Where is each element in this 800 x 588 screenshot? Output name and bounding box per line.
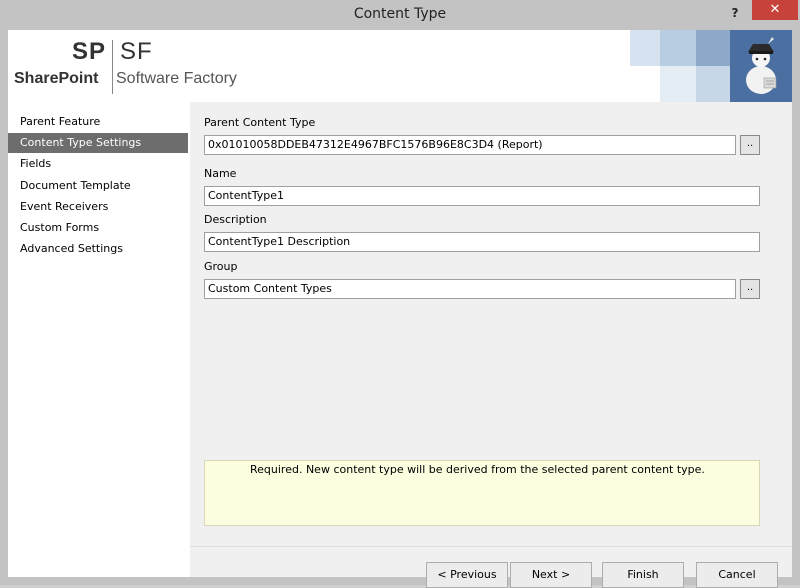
nav-item-document-template[interactable]: Document Template [8,176,188,196]
nav-item-parent-feature[interactable]: Parent Feature [8,112,188,132]
settings-panel: Parent Content Type 0x01010058DDEB47312E… [190,102,792,588]
parent-content-type-label: Parent Content Type [204,116,316,129]
description-label: Description [204,213,267,226]
name-label: Name [204,167,237,180]
help-text: Required. New content type will be deriv… [250,463,705,476]
nav-item-custom-forms[interactable]: Custom Forms [8,218,188,238]
window-title: Content Type [353,6,447,22]
dialog-client: SP SF SharePoint Software Factory Parent… [8,30,792,588]
description-field[interactable]: ContentType1 Description [204,232,760,252]
header-banner: SP SF SharePoint Software Factory [8,30,792,102]
wizard-nav: Parent Feature Content Type Settings Fie… [8,102,190,577]
name-field[interactable]: ContentType1 [204,186,760,206]
nav-item-advanced-settings[interactable]: Advanced Settings [8,239,188,259]
logo-sp: SP [72,38,107,65]
close-button[interactable]: ✕ [752,0,798,20]
decorative-square [696,30,730,66]
builder-mascot-icon [746,37,777,94]
group-label: Group [204,260,238,273]
footer-separator [190,546,792,547]
decorative-square [696,66,730,102]
decorative-square [660,66,696,102]
parent-content-type-field[interactable]: 0x01010058DDEB47312E4967BFC1576B96E8C3D4… [204,135,736,155]
nav-item-fields[interactable]: Fields [8,154,188,174]
nav-item-event-receivers[interactable]: Event Receivers [8,197,188,217]
title-bar: Content Type ? ✕ [0,0,800,30]
logo-divider [112,40,113,94]
logo-sf: SF [120,38,153,65]
logo-sharepoint: SharePoint [14,70,99,87]
group-browse-button[interactable]: .. [740,279,760,299]
dialog-window: Content Type ? ✕ SP SF SharePoint Softwa… [0,0,800,588]
help-panel: Required. New content type will be deriv… [204,460,760,526]
nav-item-content-type-settings[interactable]: Content Type Settings [8,133,188,153]
cancel-button[interactable]: Cancel [696,562,778,588]
parent-content-type-browse-button[interactable]: .. [740,135,760,155]
group-field[interactable]: Custom Content Types [204,279,736,299]
finish-button[interactable]: Finish [602,562,684,588]
next-button[interactable]: Next > [510,562,592,588]
decorative-square [660,30,696,66]
logo-software-factory: Software Factory [116,70,237,87]
decorative-square [630,30,660,66]
previous-button[interactable]: < Previous [426,562,508,588]
help-button[interactable]: ? [722,3,748,23]
